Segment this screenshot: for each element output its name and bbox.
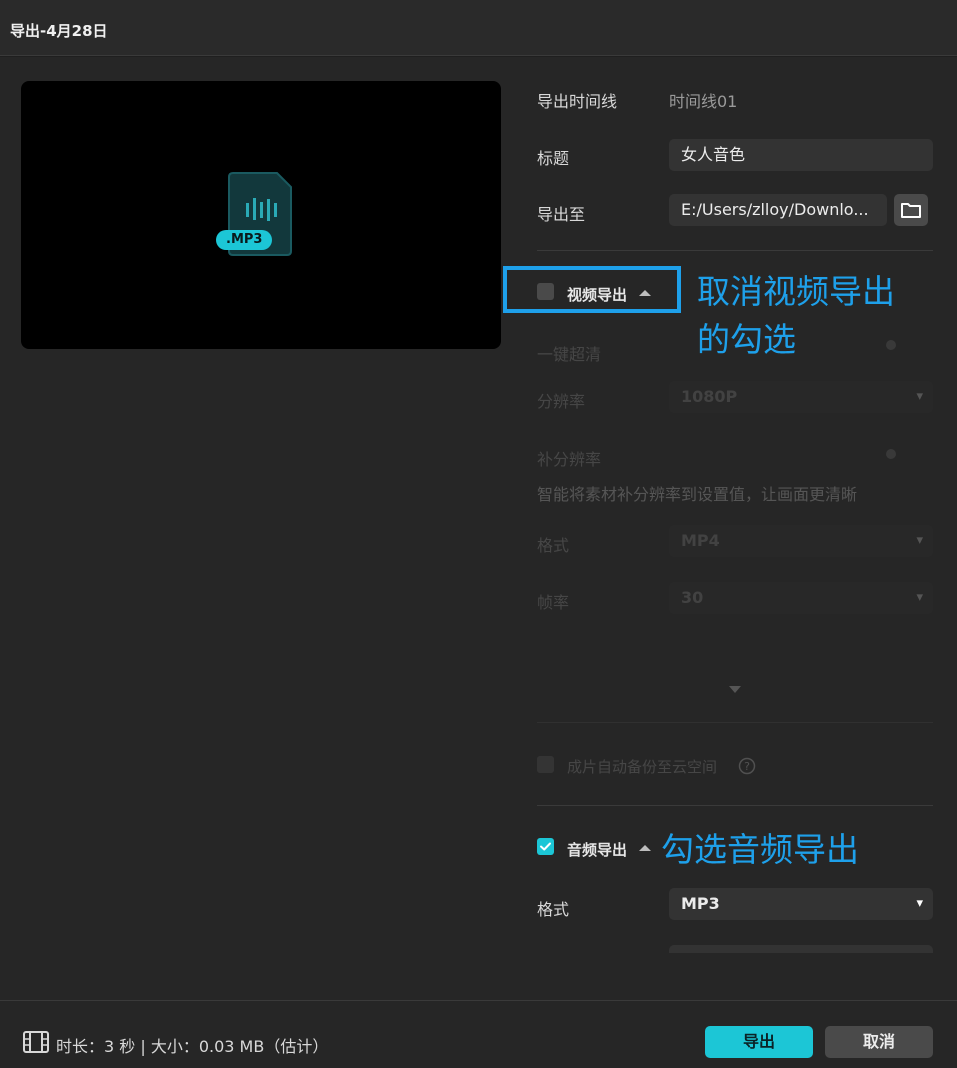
audio-export-label: 音频导出 <box>567 841 628 859</box>
resolution-label: 分辨率 <box>537 392 586 411</box>
folder-icon <box>901 203 921 218</box>
window-title: 导出-4月28日 <box>10 22 108 40</box>
timeline-value: 时间线01 <box>669 92 738 111</box>
annotation-highlight-box <box>503 266 681 313</box>
resolution-value: 1080P <box>681 387 738 406</box>
export-to-label: 导出至 <box>537 205 586 224</box>
chevron-down-icon: ▾ <box>916 896 923 911</box>
audio-export-checkbox[interactable] <box>537 838 554 855</box>
one-click-hd-toggle[interactable] <box>886 340 896 350</box>
framerate-label: 帧率 <box>537 593 570 612</box>
audio-format-label: 格式 <box>537 900 570 919</box>
help-icon[interactable]: ? <box>738 757 756 775</box>
title-bar: 导出-4月28日 <box>0 0 957 56</box>
cancel-button[interactable]: 取消 <box>825 1026 933 1058</box>
export-info: 时长：3 秒 | 大小：0.03 MB（估计） <box>56 1037 329 1056</box>
film-icon <box>23 1031 49 1053</box>
chevron-down-icon: ▾ <box>916 590 923 605</box>
title-label: 标题 <box>537 149 570 168</box>
browse-folder-button[interactable] <box>894 194 928 226</box>
chevron-down-icon: ▾ <box>916 533 923 548</box>
annotation-uncheck-video-line2: 的勾选 <box>697 320 796 359</box>
framerate-select[interactable]: 30 ▾ <box>669 582 933 614</box>
export-button[interactable]: 导出 <box>705 1026 813 1058</box>
timeline-label: 导出时间线 <box>537 92 618 111</box>
divider <box>537 722 933 723</box>
title-input[interactable]: 女人音色 <box>669 139 933 171</box>
collapse-arrow-icon[interactable] <box>639 845 651 851</box>
resolution-select[interactable]: 1080P ▾ <box>669 381 933 413</box>
next-field-partial <box>669 945 933 953</box>
cloud-backup-checkbox[interactable] <box>537 756 554 773</box>
annotation-check-audio: 勾选音频导出 <box>661 830 859 869</box>
preview-pane: .MP3 <box>21 81 501 349</box>
super-resolution-label: 补分辨率 <box>537 450 602 469</box>
video-format-value: MP4 <box>681 531 720 550</box>
super-resolution-description: 智能将素材补分辨率到设置值，让画面更清晰 <box>537 485 858 504</box>
cloud-backup-label: 成片自动备份至云空间 <box>567 758 718 776</box>
super-resolution-toggle[interactable] <box>886 449 896 459</box>
one-click-hd-label: 一键超清 <box>537 345 602 364</box>
video-format-label: 格式 <box>537 536 570 555</box>
file-format-badge: .MP3 <box>216 230 273 250</box>
audio-format-value: MP3 <box>681 894 720 913</box>
divider <box>537 805 933 806</box>
framerate-value: 30 <box>681 588 704 607</box>
video-format-select[interactable]: MP4 ▾ <box>669 525 933 557</box>
svg-text:?: ? <box>744 760 750 773</box>
export-path-field[interactable]: E:/Users/zlloy/Downlo... <box>669 194 887 226</box>
audio-format-select[interactable]: MP3 ▾ <box>669 888 933 920</box>
divider <box>537 250 933 251</box>
annotation-uncheck-video-line1: 取消视频导出 <box>697 272 895 311</box>
checkmark-icon <box>540 842 551 851</box>
expand-more-icon[interactable] <box>729 686 741 693</box>
chevron-down-icon: ▾ <box>916 389 923 404</box>
